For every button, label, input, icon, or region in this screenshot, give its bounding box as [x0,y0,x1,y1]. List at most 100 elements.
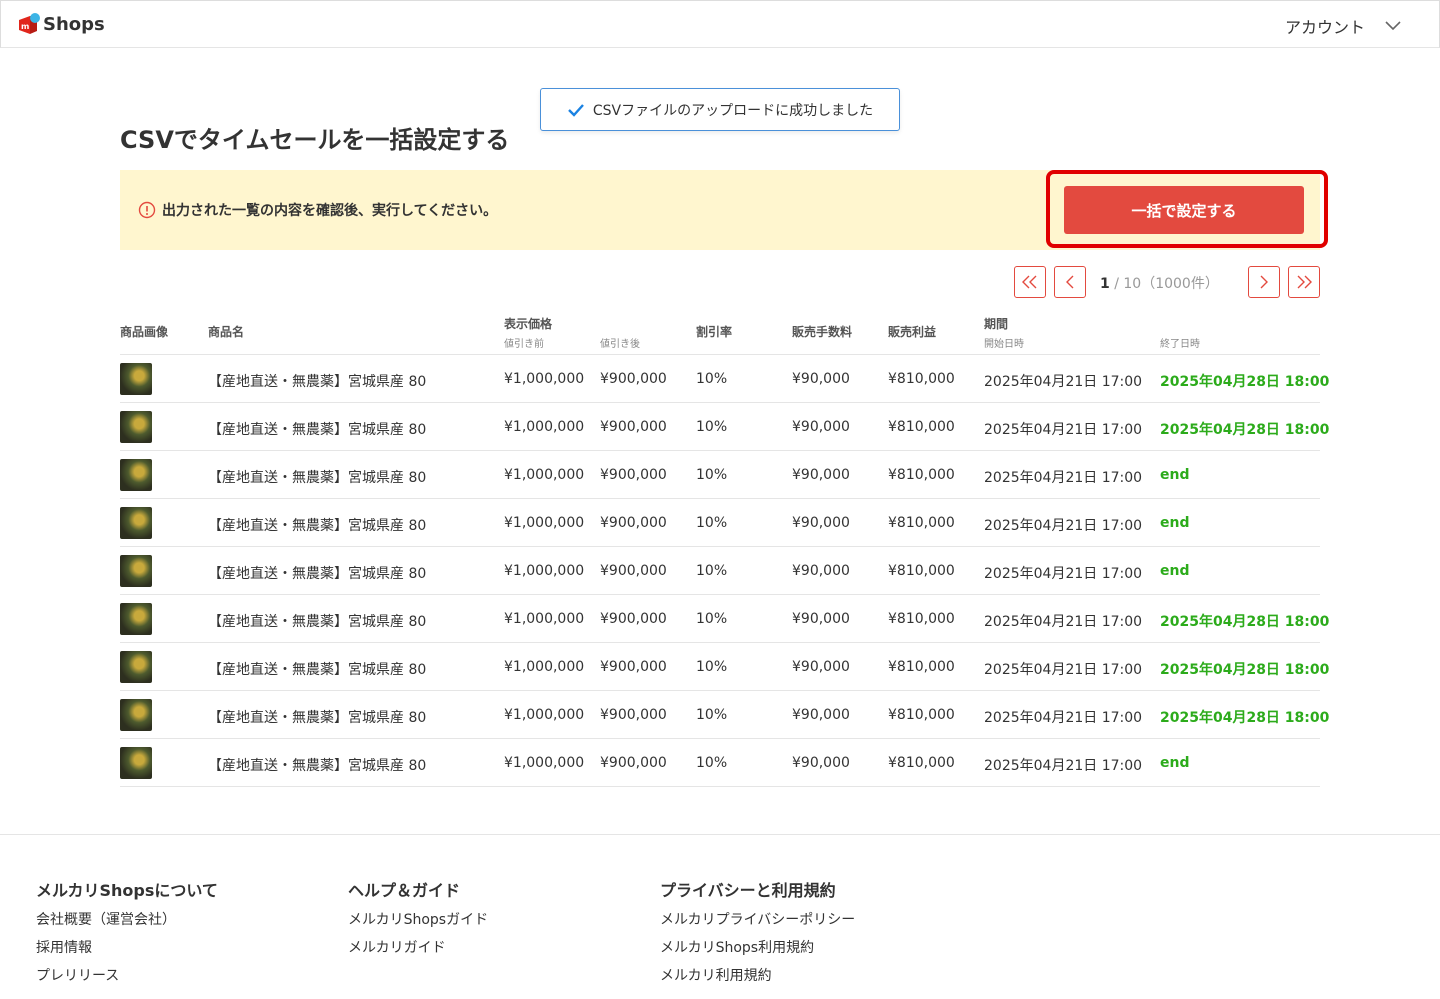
chevron-left-icon [1066,275,1074,289]
site-footer: メルカリShopsについて 会社概要（運営会社） 採用情報 プレリリース ヘルプ… [0,834,1440,999]
logo-text: Shops [43,13,105,35]
price-after: ¥900,000 [600,371,667,387]
info-circle-icon [138,201,156,219]
start-datetime: 2025年04月21日 17:00 [984,422,1143,438]
footer-link[interactable]: メルカリガイド [348,939,488,967]
price-after: ¥900,000 [600,467,667,483]
footer-link[interactable]: プレリリース [36,967,218,995]
end-datetime: end [1160,515,1190,531]
first-page-button[interactable] [1014,266,1046,298]
price-before: ¥1,000,000 [504,419,585,435]
end-datetime: 2025年04月28日 18:00 [1160,662,1330,678]
product-thumbnail[interactable] [120,603,152,635]
product-thumbnail[interactable] [120,411,152,443]
footer-heading: メルカリShopsについて [36,881,218,900]
product-thumbnail[interactable] [120,699,152,731]
product-thumbnail[interactable] [120,747,152,779]
table-row[interactable]: 【産地直送・無農薬】宮城県産 80 ¥1,000,000 ¥900,000 10… [120,451,1320,499]
table-row[interactable]: 【産地直送・無農薬】宮城県産 80 ¥1,000,000 ¥900,000 10… [120,499,1320,547]
footer-link[interactable]: 会社概要（運営会社） [36,911,218,939]
end-datetime: 2025年04月28日 18:00 [1160,614,1330,630]
product-thumbnail[interactable] [120,507,152,539]
footer-column-about: メルカリShopsについて 会社概要（運営会社） 採用情報 プレリリース [36,877,218,995]
footer-heading: プライバシーと利用規約 [660,881,836,900]
mercari-logo-icon: m [17,13,40,35]
product-name: 【産地直送・無農薬】宮城県産 80 [208,422,427,438]
product-thumbnail[interactable] [120,459,152,491]
bulk-apply-button[interactable]: 一括で設定する [1064,186,1304,234]
page-separator: / [1114,276,1119,292]
sales-profit: ¥810,000 [888,755,955,771]
price-after: ¥900,000 [600,611,667,627]
price-before: ¥1,000,000 [504,371,585,387]
sales-fee: ¥90,000 [792,707,850,723]
sales-fee: ¥90,000 [792,611,850,627]
product-thumbnail[interactable] [120,651,152,683]
end-datetime: 2025年04月28日 18:00 [1160,422,1330,438]
table-header: 商品画像 商品名 表示価格 値引き前 値引き後 割引率 販売手数料 販売利益 期… [120,312,1320,355]
header-discount: 割引率 [696,325,733,339]
price-before: ¥1,000,000 [504,707,585,723]
check-icon [568,103,584,117]
table-row[interactable]: 【産地直送・無農薬】宮城県産 80 ¥1,000,000 ¥900,000 10… [120,403,1329,451]
end-datetime: end [1160,755,1190,771]
sales-fee: ¥90,000 [792,563,850,579]
footer-link[interactable]: メルカリShopsガイド [348,911,488,939]
prev-page-button[interactable] [1054,266,1086,298]
start-datetime: 2025年04月21日 17:00 [984,374,1143,390]
table-row[interactable]: 【産地直送・無農薬】宮城県産 80 ¥1,000,000 ¥900,000 10… [120,643,1329,691]
next-page-button[interactable] [1248,266,1280,298]
footer-link[interactable]: メルカリ利用規約 [660,967,855,995]
price-before: ¥1,000,000 [504,659,585,675]
discount-rate: 10% [696,515,728,531]
price-before: ¥1,000,000 [504,515,585,531]
sales-profit: ¥810,000 [888,419,955,435]
footer-link[interactable]: メルカリShops利用規約 [660,939,855,967]
discount-rate: 10% [696,563,728,579]
price-after: ¥900,000 [600,563,667,579]
table-row[interactable]: 【産地直送・無農薬】宮城県産 80 ¥1,000,000 ¥900,000 10… [120,547,1320,595]
sales-profit: ¥810,000 [888,371,955,387]
logo[interactable]: m Shops [17,13,105,35]
sales-fee: ¥90,000 [792,659,850,675]
product-name: 【産地直送・無農薬】宮城県産 80 [208,470,427,486]
sales-profit: ¥810,000 [888,515,955,531]
header-price: 表示価格 [504,317,553,331]
footer-link[interactable]: 採用情報 [36,939,218,967]
chevron-right-icon [1260,275,1268,289]
double-chevron-right-icon [1297,275,1312,289]
table-row[interactable]: 【産地直送・無農薬】宮城県産 80 ¥1,000,000 ¥900,000 10… [120,739,1320,787]
footer-column-privacy: プライバシーと利用規約 メルカリプライバシーポリシー メルカリShops利用規約… [660,877,855,995]
sales-profit: ¥810,000 [888,707,955,723]
table-row[interactable]: 【産地直送・無農薬】宮城県産 80 ¥1,000,000 ¥900,000 10… [120,691,1329,739]
price-before: ¥1,000,000 [504,755,585,771]
product-name: 【産地直送・無農薬】宮城県産 80 [208,518,427,534]
header-start: 開始日時 [984,339,1024,350]
notice-text: 出力された一覧の内容を確認後、実行してください。 [138,200,497,220]
sales-fee: ¥90,000 [792,467,850,483]
svg-text:m: m [21,22,29,31]
price-after: ¥900,000 [600,755,667,771]
footer-link[interactable]: メルカリプライバシーポリシー [660,911,855,939]
account-label: アカウント [1284,18,1365,37]
footer-column-help: ヘルプ＆ガイド メルカリShopsガイド メルカリガイド [348,877,488,967]
price-after: ¥900,000 [600,515,667,531]
product-name: 【産地直送・無農薬】宮城県産 80 [208,566,427,582]
last-page-button[interactable] [1288,266,1320,298]
page-indicator: 1 / 10（1000件） [1100,273,1219,293]
sales-fee: ¥90,000 [792,515,850,531]
sales-profit: ¥810,000 [888,659,955,675]
double-chevron-left-icon [1022,275,1037,289]
product-thumbnail[interactable] [120,363,152,395]
table-row[interactable]: 【産地直送・無農薬】宮城県産 80 ¥1,000,000 ¥900,000 10… [120,355,1329,403]
price-before: ¥1,000,000 [504,611,585,627]
account-menu[interactable]: アカウント [1285,14,1401,38]
product-thumbnail[interactable] [120,555,152,587]
toast-message: CSVファイルのアップロードに成功しました [592,102,874,119]
table-row[interactable]: 【産地直送・無農薬】宮城県産 80 ¥1,000,000 ¥900,000 10… [120,595,1329,643]
sales-fee: ¥90,000 [792,371,850,387]
start-datetime: 2025年04月21日 17:00 [984,662,1143,678]
header-end: 終了日時 [1160,339,1200,350]
start-datetime: 2025年04月21日 17:00 [984,710,1143,726]
header-price-after: 値引き後 [600,339,640,350]
